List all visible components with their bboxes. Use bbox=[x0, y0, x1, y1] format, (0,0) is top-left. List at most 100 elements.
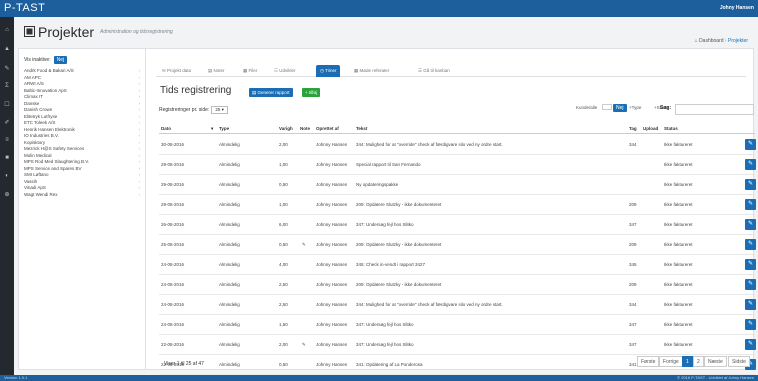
cell-text: 347: Undersøg fejl hos Slitko bbox=[356, 222, 414, 227]
table-row[interactable]: 25-08-2016 Almindelig 0,50 ✎ Johnny Hansen 20… bbox=[159, 235, 756, 255]
tab-kanban[interactable]: ☰ Gå til kanban bbox=[414, 65, 454, 77]
pager-next[interactable]: Næste bbox=[704, 356, 727, 367]
cell-type: Almindelig bbox=[219, 142, 240, 147]
cell-status: Ikke faktureret bbox=[664, 162, 693, 167]
table-row[interactable]: 24-08-2016 Almindelig 4,00 Johnny Hansen 345… bbox=[159, 255, 756, 275]
pager-prev[interactable]: Forrige bbox=[659, 356, 683, 367]
add-button[interactable]: + tilføj bbox=[302, 88, 321, 97]
cell-by: Johnny Hansen bbox=[316, 322, 348, 327]
edit-button[interactable]: ✎ bbox=[745, 339, 756, 350]
cell-tag: 344 bbox=[629, 142, 637, 147]
search-input[interactable] bbox=[675, 104, 754, 115]
edit-button[interactable]: ✎ bbox=[745, 299, 756, 310]
lock-icon[interactable]: ▲ bbox=[3, 46, 11, 52]
col-varighed[interactable]: Varigh bbox=[279, 126, 293, 131]
breadcrumb-home[interactable]: Dashboard bbox=[699, 38, 723, 44]
tab-projekt-data[interactable]: ✉ Projekt data bbox=[158, 65, 195, 77]
tab-label: Projekt data bbox=[167, 68, 192, 73]
generate-report-button[interactable]: ▤ Generer rapport bbox=[249, 88, 293, 97]
list-icon[interactable]: ≡ bbox=[3, 137, 11, 143]
cell-type: Almindelig bbox=[219, 242, 240, 247]
table-row[interactable]: 24-08-2016 Almindelig 2,50 Johnny Hansen 344… bbox=[159, 295, 756, 315]
cell-text: 209: Opdatere Slutzky - ikke dokumentere… bbox=[356, 242, 442, 247]
edit-button[interactable]: ✎ bbox=[745, 279, 756, 290]
table-row[interactable]: 26-08-2016 Almindelig 6,00 Johnny Hansen 347… bbox=[159, 215, 756, 235]
pager-first[interactable]: Første bbox=[637, 356, 660, 367]
chevron-right-icon: › bbox=[138, 172, 141, 177]
table-row[interactable]: 29-08-2016 Almindelig 1,00 Johnny Hansen Spe… bbox=[159, 155, 756, 175]
cell-text: Special rapport til San Fernando bbox=[356, 162, 421, 167]
table-row[interactable]: 22-08-2016 Almindelig 2,00 ✎ Johnny Hansen 34… bbox=[159, 335, 756, 355]
edit-button[interactable]: ✎ bbox=[745, 139, 756, 150]
app-brand[interactable]: P-TAST bbox=[4, 2, 45, 14]
cell-date: 24-08-2016 bbox=[161, 262, 185, 267]
table-row[interactable]: 24-08-2016 Almindelig 2,50 Johnny Hansen 209… bbox=[159, 275, 756, 295]
edit-button[interactable]: ✎ bbox=[745, 179, 756, 190]
edit-button[interactable]: ✎ bbox=[745, 319, 756, 330]
chevron-right-icon: › bbox=[138, 100, 141, 106]
tab-udvikler[interactable]: ☷ Udvikler bbox=[270, 65, 300, 77]
type-filter[interactable]: +Type bbox=[629, 105, 641, 110]
chart-icon[interactable]: Σ bbox=[3, 83, 11, 89]
col-upload[interactable]: Upload bbox=[643, 126, 658, 131]
breadcrumb-current[interactable]: Projekter bbox=[728, 38, 748, 44]
table-row[interactable]: 29-08-2016 Almindelig 0,50 Johnny Hansen Ny … bbox=[159, 175, 756, 195]
cell-type: Almindelig bbox=[219, 162, 240, 167]
pencil-icon[interactable]: ✐ bbox=[3, 119, 11, 126]
show-inactive-label: Vis inaktive: bbox=[24, 57, 51, 63]
col-oprettet[interactable]: Oprettet af bbox=[316, 126, 339, 131]
col-type[interactable]: Type bbox=[219, 126, 229, 131]
cell-by: Johnny Hansen bbox=[316, 242, 348, 247]
cell-var: 4,00 bbox=[279, 262, 288, 267]
edit-button[interactable]: ✎ bbox=[745, 159, 756, 170]
pager-page-1[interactable]: 1 bbox=[682, 356, 693, 367]
edit-button[interactable]: ✎ bbox=[745, 199, 756, 210]
cell-date: 25-08-2016 bbox=[161, 242, 185, 247]
kunde-filter-toggle[interactable] bbox=[602, 104, 612, 110]
kunde-filter-value[interactable]: Nej bbox=[613, 104, 627, 112]
customer-item[interactable]: Wagt Wendi Rex › bbox=[24, 192, 140, 199]
show-inactive-toggle[interactable]: Nej bbox=[53, 56, 68, 64]
version-text: Version 1.0.1 bbox=[4, 375, 28, 380]
message-icon[interactable]: ☐ bbox=[3, 101, 11, 108]
col-status[interactable]: Status bbox=[664, 126, 678, 131]
cell-by: Johnny Hansen bbox=[316, 302, 348, 307]
col-note[interactable]: Note bbox=[300, 126, 310, 131]
cell-tag: 209 bbox=[629, 202, 637, 207]
edit-button[interactable]: ✎ bbox=[745, 259, 756, 270]
pager-page-2[interactable]: 2 bbox=[693, 356, 704, 367]
home-icon[interactable]: ⌂ bbox=[3, 27, 11, 33]
shield-icon[interactable]: ◐ bbox=[3, 173, 11, 179]
table-row[interactable]: 30-08-2016 Almindelig 2,00 Johnny Hansen 344… bbox=[159, 135, 756, 155]
col-tekst[interactable]: Tekst bbox=[356, 126, 367, 131]
edit-button[interactable]: ✎ bbox=[745, 239, 756, 250]
edit-button[interactable]: ✎ bbox=[745, 219, 756, 230]
customer-name: Climax IT bbox=[24, 94, 43, 99]
tab-label: Noter bbox=[213, 68, 225, 73]
customer-name: MPS Service and Spares BV bbox=[24, 165, 82, 171]
cell-date: 24-08-2016 bbox=[161, 322, 185, 327]
gauge-icon[interactable]: ■ bbox=[3, 155, 11, 161]
table-row[interactable]: 29-08-2016 Almindelig 1,00 Johnny Hansen 209… bbox=[159, 195, 756, 215]
chevron-right-icon: › bbox=[138, 120, 141, 125]
pager-last[interactable]: Sidste bbox=[728, 356, 750, 367]
chevron-right-icon: › bbox=[138, 68, 141, 73]
search-label: Søg: bbox=[660, 105, 672, 111]
section-title: Tids registrering bbox=[160, 85, 232, 96]
table-row[interactable]: 24-08-2016 Almindelig 1,50 Johnny Hansen 347… bbox=[159, 315, 756, 335]
col-tag[interactable]: Tag bbox=[629, 126, 637, 131]
cell-var: 6,00 bbox=[279, 222, 288, 227]
per-page-select[interactable]: 25 ▾ bbox=[211, 106, 228, 114]
tab-noter[interactable]: ▤ Noter bbox=[204, 65, 229, 77]
col-date[interactable]: Dato bbox=[161, 126, 171, 131]
cell-text: 345: Check in-vendt i rapport 3427 bbox=[356, 262, 426, 267]
wrench-icon[interactable]: ✎ bbox=[3, 65, 11, 72]
tab-filer[interactable]: ▦ Filer bbox=[239, 65, 261, 77]
plus-icon[interactable]: ⊕ bbox=[3, 191, 11, 198]
cell-status: Ikke faktureret bbox=[664, 262, 693, 267]
sort-icon[interactable]: ▾ bbox=[211, 126, 213, 132]
user-menu[interactable]: Johny Hansen bbox=[720, 5, 754, 11]
tab-mode-referater[interactable]: ▦ Møde referater bbox=[350, 65, 393, 77]
chevron-right-icon: › bbox=[138, 81, 141, 86]
tab-timer[interactable]: ◷ Timer bbox=[316, 65, 341, 77]
